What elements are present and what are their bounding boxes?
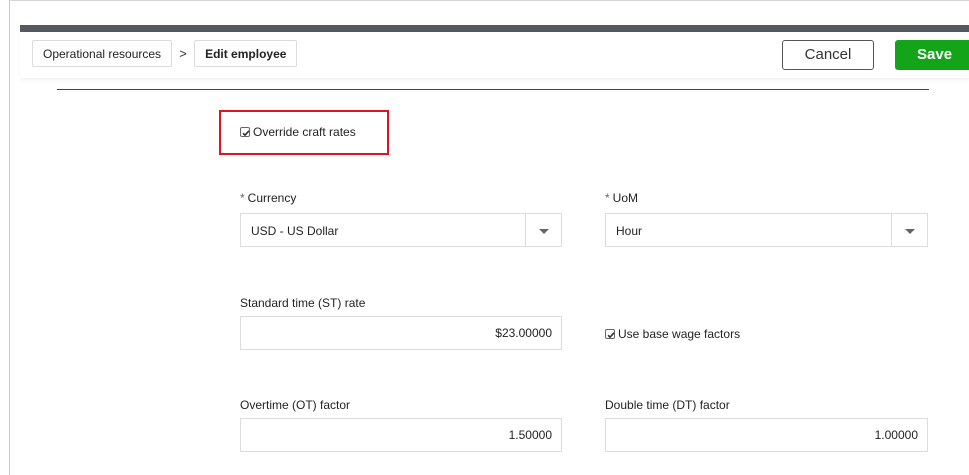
ot-factor-input[interactable]: 1.50000 <box>240 418 562 452</box>
chevron-down-icon[interactable] <box>525 214 561 246</box>
required-marker: * <box>240 191 245 205</box>
st-rate-label: Standard time (ST) rate <box>240 296 366 310</box>
breadcrumb: Operational resources > Edit employee <box>32 40 298 67</box>
top-bar <box>20 25 969 32</box>
st-rate-input[interactable]: $23.00000 <box>240 316 562 350</box>
uom-label-text: UoM <box>612 191 639 205</box>
use-base-wage-factors-label: Use base wage factors <box>618 327 741 341</box>
section-divider <box>57 89 929 90</box>
cancel-button[interactable]: Cancel <box>782 40 874 70</box>
override-craft-rates-checkbox[interactable]: Override craft rates <box>240 125 356 139</box>
breadcrumb-edit-employee: Edit employee <box>194 40 298 67</box>
checkbox-checked-icon[interactable] <box>605 329 615 339</box>
currency-label: * Currency <box>240 191 296 205</box>
currency-value: USD - US Dollar <box>251 224 339 238</box>
dt-factor-label: Double time (DT) factor <box>605 398 730 412</box>
ot-factor-label: Overtime (OT) factor <box>240 398 351 412</box>
save-button[interactable]: Save <box>895 40 969 70</box>
uom-select[interactable]: Hour <box>605 213 928 247</box>
page-header: Operational resources > Edit employee Ca… <box>20 32 969 78</box>
breadcrumb-separator-icon: > <box>179 46 187 61</box>
uom-label: * UoM <box>605 191 638 205</box>
override-craft-rates-label: Override craft rates <box>253 125 356 139</box>
use-base-wage-factors-checkbox[interactable]: Use base wage factors <box>605 327 740 341</box>
chevron-down-icon[interactable] <box>891 214 927 246</box>
currency-select[interactable]: USD - US Dollar <box>240 213 562 247</box>
currency-label-text: Currency <box>247 191 297 205</box>
uom-value: Hour <box>616 224 643 238</box>
required-marker: * <box>605 191 610 205</box>
checkbox-checked-icon[interactable] <box>240 127 250 137</box>
dt-factor-input[interactable]: 1.00000 <box>605 418 928 452</box>
breadcrumb-operational-resources[interactable]: Operational resources <box>32 40 173 67</box>
